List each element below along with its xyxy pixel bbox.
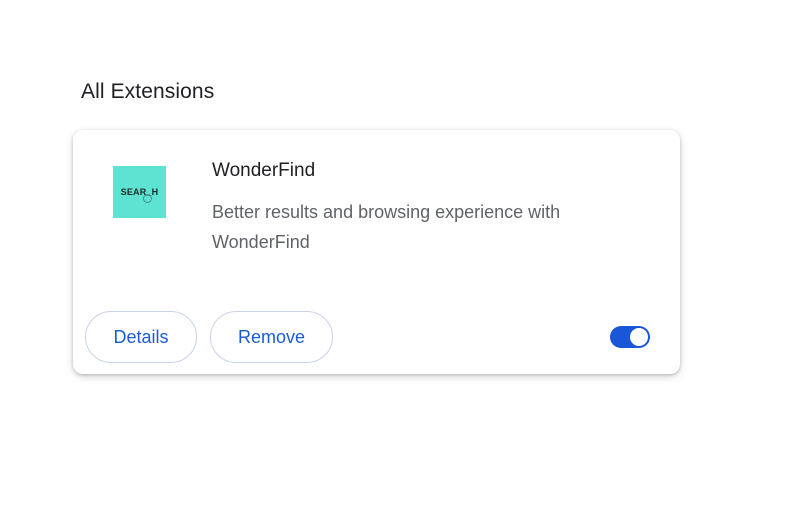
extension-icon: SEAR_H	[113, 166, 166, 218]
remove-button[interactable]: Remove	[210, 311, 333, 363]
extension-card: SEAR_H WonderFind Better results and bro…	[73, 130, 680, 374]
details-button[interactable]: Details	[85, 311, 197, 363]
extension-name: WonderFind	[212, 160, 316, 181]
magnifier-icon	[143, 194, 152, 203]
enable-toggle[interactable]	[610, 326, 650, 348]
section-title: All Extensions	[81, 80, 215, 103]
toggle-knob	[630, 328, 648, 346]
extension-description: Better results and browsing experience w…	[212, 202, 561, 252]
extensions-page: All Extensions SEAR_H WonderFind Better …	[0, 0, 800, 523]
extension-icon-label: SEAR_H	[120, 187, 159, 197]
